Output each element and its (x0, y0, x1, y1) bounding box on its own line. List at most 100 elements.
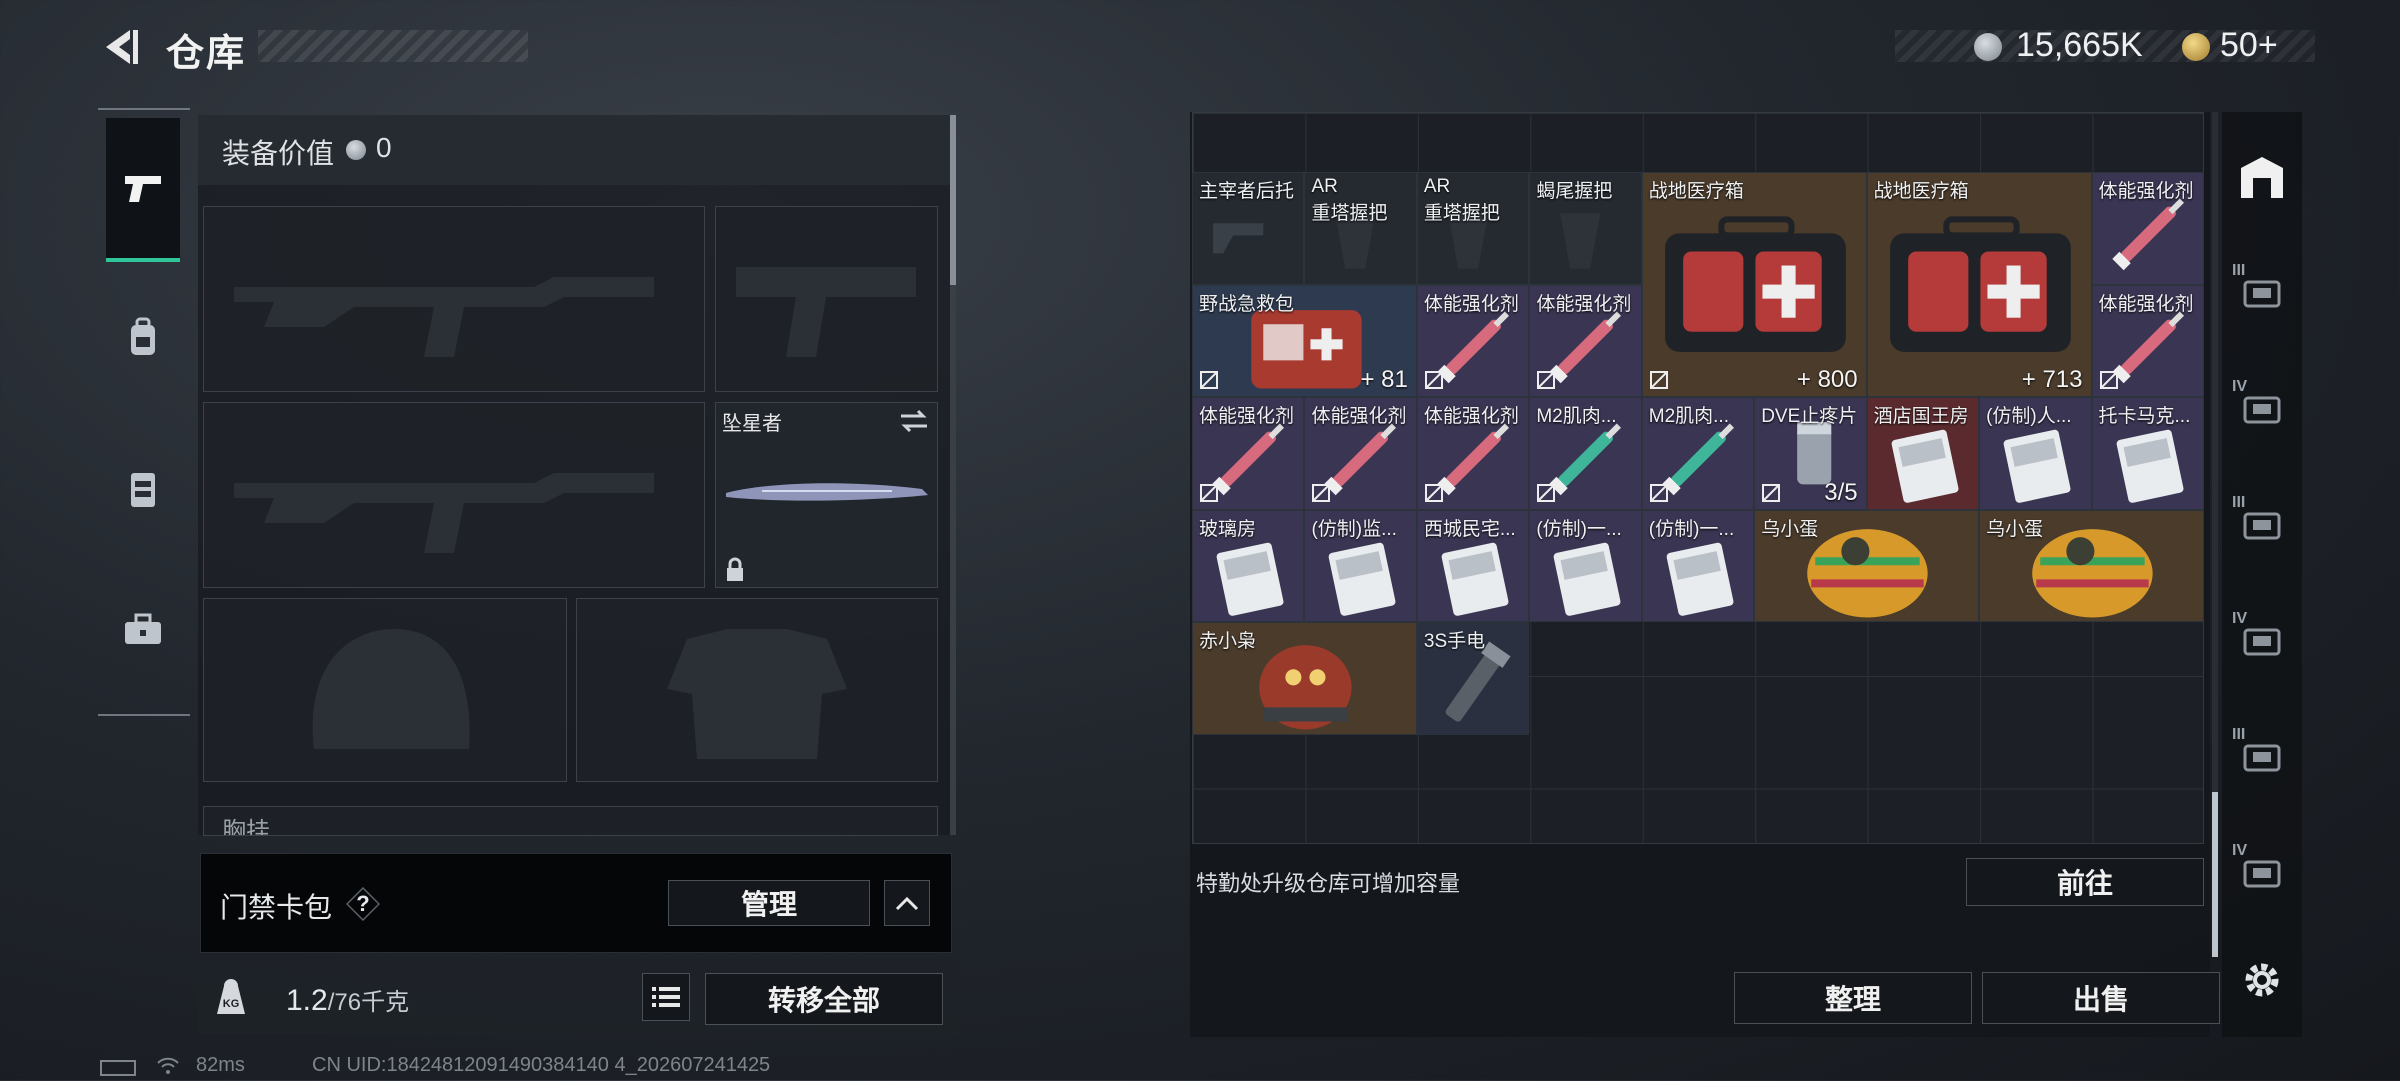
swap-icon[interactable] (899, 409, 929, 433)
warehouse-icon (2241, 157, 2283, 198)
inventory-item[interactable]: 托卡马克... (2091, 397, 2204, 510)
list-icon (652, 987, 680, 1007)
item-name: (仿制)监... (1311, 518, 1397, 540)
inventory-item[interactable]: 体能强化剂 (2091, 172, 2204, 285)
nav-vest[interactable] (106, 418, 180, 558)
helmet-slot[interactable] (203, 598, 567, 782)
transfer-all-button[interactable]: 转移全部 (705, 973, 943, 1025)
storage-tier-tab[interactable]: III (2232, 262, 2292, 322)
item-name: 体能强化剂 (1311, 406, 1407, 428)
storage-box-icon (2243, 280, 2281, 308)
item-name: 野战急救包 (1199, 293, 1295, 315)
inventory-item[interactable]: 玻璃房 (1192, 509, 1305, 623)
item-name: 体能强化剂 (2098, 293, 2194, 315)
inventory-item[interactable]: 赤小枭 (1192, 622, 1417, 735)
item-name: DVE止疼片 (1761, 406, 1858, 428)
warehouse-tab[interactable] (2232, 148, 2292, 208)
list-view-button[interactable] (642, 973, 690, 1021)
inventory-item[interactable]: AR 重塔握把 (1304, 172, 1417, 285)
help-label: ? (356, 891, 370, 916)
pistol-slot[interactable] (715, 206, 938, 392)
no-trade-icon (1761, 483, 1781, 503)
primary-weapon-slot[interactable] (203, 206, 705, 392)
inventory-item[interactable]: (仿制)人... (1979, 397, 2092, 510)
armor-slot[interactable] (576, 598, 938, 782)
tier-label: III (2232, 494, 2246, 511)
item-name: AR 重塔握把 (1423, 176, 1500, 224)
back-button[interactable] (100, 26, 142, 68)
ping-text: 82ms (196, 1054, 245, 1076)
inventory-item[interactable]: (仿制)监... (1304, 509, 1417, 623)
inventory-item[interactable]: 乌小蛋 (1754, 509, 1980, 623)
inventory-item[interactable]: (仿制)一... (1641, 509, 1755, 623)
settings-button[interactable] (2232, 950, 2292, 1010)
sort-button[interactable]: 整理 (1734, 972, 1972, 1024)
inventory-item[interactable]: 体能强化剂 (1529, 284, 1642, 398)
tier-label: IV (2232, 842, 2248, 859)
secondary-weapon-slot[interactable] (203, 402, 705, 588)
briefcase-icon (125, 613, 161, 644)
inventory-item[interactable]: M2肌肉... (1529, 397, 1642, 510)
storage-tier-tab[interactable]: IV (2232, 610, 2292, 670)
inventory-item[interactable]: DVE止疼片 3/5 (1754, 397, 1867, 510)
inventory-item[interactable]: 酒店国王房 (1866, 397, 1980, 510)
item-name: 体能强化剂 (1423, 406, 1519, 428)
inventory-item[interactable]: 主宰者后托 (1192, 172, 1305, 285)
storage-tier-tab[interactable]: IV (2232, 842, 2292, 902)
chest-rig-slot[interactable]: 胸挂 (203, 806, 938, 836)
title-decoration (258, 30, 528, 62)
item-name: 3S手电 (1423, 631, 1486, 653)
nav-backpack[interactable] (106, 268, 180, 408)
uid-text: CN UID:18424812091490384140 4_2026072414… (312, 1054, 771, 1076)
no-trade-icon (1199, 370, 1219, 390)
no-trade-icon (1311, 483, 1331, 503)
coin-amount: 15,665K (2016, 26, 2143, 64)
inventory-item[interactable]: 战地医疗箱 + 713 (1866, 172, 2092, 398)
goto-button[interactable]: 前往 (1966, 858, 2204, 906)
no-trade-icon (1536, 483, 1556, 503)
rifle-silhouette-icon (234, 473, 654, 553)
inventory-item[interactable]: 体能强化剂 (1304, 397, 1417, 510)
no-trade-icon (1424, 483, 1444, 503)
inventory-item[interactable]: 蝎尾握把 (1529, 172, 1642, 285)
item-name: 体能强化剂 (2098, 181, 2194, 202)
ticket-amount[interactable]: 50+ (2220, 26, 2278, 65)
inventory-item[interactable]: 乌小蛋 (1979, 509, 2204, 623)
melee-slot[interactable]: 坠星者 (715, 402, 938, 588)
inventory-item[interactable]: 野战急救包 + 81 (1192, 284, 1417, 398)
storage-box-icon (2243, 512, 2281, 540)
item-name: M2肌肉... (1648, 406, 1729, 428)
inventory-item[interactable]: 战地医疗箱 + 800 (1641, 172, 1867, 398)
weight-max: /76千克 (327, 989, 410, 1016)
inventory-item[interactable]: 体能强化剂 (1416, 284, 1530, 398)
item-name: 酒店国王房 (1873, 406, 1969, 428)
inventory-item[interactable]: 3S手电 (1416, 622, 1530, 735)
nav-weapons[interactable] (106, 118, 180, 262)
loadout-scroll-thumb[interactable] (950, 115, 956, 285)
item-name: 主宰者后托 (1199, 181, 1295, 202)
inventory-item[interactable]: (仿制)一... (1529, 509, 1642, 623)
item-name: M2肌肉... (1536, 406, 1617, 428)
nav-briefcase[interactable] (106, 560, 180, 700)
storage-tier-tab[interactable]: III (2232, 726, 2292, 786)
item-name: 战地医疗箱 (1873, 181, 1969, 202)
inventory-item[interactable]: 体能强化剂 (1192, 397, 1305, 510)
armor-silhouette-icon (667, 629, 847, 759)
no-trade-icon (2099, 370, 2119, 390)
inventory-item[interactable]: 体能强化剂 (1416, 397, 1530, 510)
help-icon[interactable]: ? (346, 887, 380, 921)
item-count: 3/5 (1824, 478, 1858, 506)
inventory-item[interactable]: M2肌肉... (1641, 397, 1755, 510)
manage-button[interactable]: 管理 (668, 880, 870, 926)
sell-button[interactable]: 出售 (1982, 972, 2220, 1024)
item-name: (仿制)一... (1648, 518, 1735, 540)
expand-button[interactable] (884, 880, 930, 926)
inventory-item[interactable]: 体能强化剂 (2091, 284, 2204, 398)
inventory-item[interactable]: AR 重塔握把 (1416, 172, 1530, 285)
inventory-scroll-thumb[interactable] (2212, 792, 2218, 957)
inventory-item[interactable]: 西城民宅... (1416, 509, 1530, 623)
helmet-silhouette-icon (312, 629, 470, 749)
svg-text:KG: KG (223, 998, 240, 1010)
storage-tier-tab[interactable]: IV (2232, 378, 2292, 438)
storage-tier-tab[interactable]: III (2232, 494, 2292, 554)
